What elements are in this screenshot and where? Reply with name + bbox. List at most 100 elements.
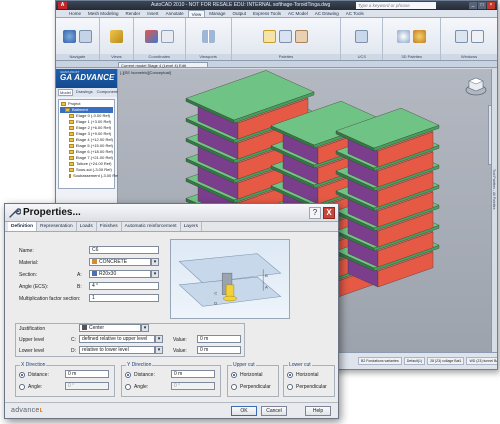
tab-loads[interactable]: Loads (77, 222, 97, 231)
x-angle-radio[interactable] (19, 384, 25, 390)
tab-view[interactable]: View (187, 10, 206, 17)
ok-button[interactable]: OK (231, 406, 257, 416)
chevron-down-icon[interactable]: ▾ (151, 270, 159, 278)
viewcube-icon[interactable] (465, 75, 487, 97)
tab-ac-tools[interactable]: AC Tools (343, 10, 367, 17)
dialog-tabs: Definition Representation Loads Finishes… (5, 222, 338, 232)
tab-annotate[interactable]: Annotate (163, 10, 187, 17)
chevron-down-icon[interactable]: ▾ (141, 324, 149, 332)
tab-components[interactable]: Components (96, 89, 121, 96)
tool-palettes-icon[interactable] (263, 29, 277, 43)
close-icon[interactable]: X (323, 207, 335, 219)
y-angle-field[interactable]: 0 ° (171, 382, 215, 390)
maximize-button[interactable]: □ (478, 2, 486, 9)
ga-tabs: Model Drawings Components (56, 88, 119, 97)
tab-drawings[interactable]: Drawings (75, 89, 94, 96)
pan-icon[interactable] (78, 29, 92, 43)
folder-icon (69, 150, 74, 154)
lower-cut-title: Lower cut (288, 362, 312, 368)
minimize-button[interactable]: _ (469, 2, 477, 9)
panel-title: Viewports (185, 54, 231, 60)
lower-cut-group: Lower cut (283, 362, 335, 397)
mult-factor-label: Multiplication factor section: (19, 296, 81, 302)
angle-key: B: (77, 284, 82, 290)
material-value: CONCRETE (99, 259, 128, 265)
upper-value-field[interactable]: 0 m (197, 335, 241, 343)
viewport-config-icon[interactable] (201, 29, 215, 43)
steering-wheels-icon[interactable] (62, 29, 76, 43)
help-icon[interactable]: ? (309, 207, 321, 219)
tree-item[interactable]: Soubassement (-3.00 Ref) (60, 173, 120, 179)
tab-output[interactable]: Output (230, 10, 250, 17)
x-distance-field[interactable]: 0 m (65, 370, 109, 378)
materials-icon[interactable] (413, 29, 427, 43)
folder-icon (61, 102, 66, 106)
y-distance-radio[interactable] (125, 372, 131, 378)
upper-cut-perpendicular-radio[interactable] (231, 384, 237, 390)
world-dropdown-icon[interactable] (160, 29, 174, 43)
material-label: Material: (19, 260, 39, 266)
angle-field[interactable]: 4 ° (89, 282, 159, 290)
tool-palette-strip[interactable]: Tool Palettes - All Palettes (491, 69, 497, 354)
tab-express-tools[interactable]: Express Tools (250, 10, 284, 17)
x-angle-field[interactable]: 0 ° (65, 382, 109, 390)
tab-ac-model[interactable]: AC Model (285, 10, 311, 17)
x-distance-label: Distance: (28, 372, 49, 378)
lower-cut-horizontal-radio[interactable] (287, 372, 293, 378)
sheet-set-manager-icon[interactable] (295, 29, 309, 43)
autocad-logo-icon[interactable]: A (58, 2, 67, 9)
status-item[interactable]: WD (23) tunnel Bat1 (466, 357, 497, 365)
status-bar-icon[interactable] (470, 29, 484, 43)
chevron-down-icon[interactable]: ▾ (151, 258, 159, 266)
tab-render[interactable]: Render (123, 10, 144, 17)
status-item[interactable]: 28 (23) collage Bat1 (427, 357, 465, 365)
chevron-down-icon[interactable]: ▾ (155, 346, 163, 354)
ucs-icon[interactable] (144, 29, 158, 43)
section-label: Section: (19, 272, 38, 278)
tab-mesh-modeling[interactable]: Mesh Modeling (85, 10, 122, 17)
cancel-button[interactable]: Cancel (261, 406, 287, 416)
document-tab[interactable]: Current model Stage 4 (Level 4) Edit (118, 62, 208, 68)
close-window-button[interactable]: × (487, 2, 495, 9)
tab-ac-drawing[interactable]: AC Drawing (312, 10, 342, 17)
tab-insert[interactable]: Insert (144, 10, 161, 17)
tab-finishes[interactable]: Finishes (97, 222, 122, 231)
properties-icon[interactable] (279, 29, 293, 43)
upper-level-select[interactable]: defined relative to upper level (79, 335, 155, 343)
justification-select[interactable]: Center (79, 324, 141, 332)
name-field[interactable]: C6 (89, 246, 159, 254)
lower-cut-perpendicular-radio[interactable] (287, 384, 293, 390)
named-views-icon[interactable] (109, 29, 123, 43)
y-angle-radio[interactable] (125, 384, 131, 390)
tab-representation[interactable]: Representation (37, 222, 77, 231)
section-key: A: (77, 272, 82, 278)
properties-dialog: Properties... ? X Definition Representat… (4, 203, 339, 419)
upper-cut-horizontal-radio[interactable] (231, 372, 237, 378)
upper-cut-perpendicular-label: Perpendicular (240, 384, 271, 390)
lower-level-select[interactable]: relative to lower level (79, 346, 155, 354)
tab-home[interactable]: Home (66, 10, 84, 17)
switch-windows-icon[interactable] (454, 29, 468, 43)
tab-model[interactable]: Model (58, 89, 73, 96)
y-distance-field[interactable]: 0 m (171, 370, 215, 378)
help-search-input[interactable]: Type a keyword or phrase (356, 2, 436, 9)
status-item[interactable]: Default(1) (403, 357, 426, 365)
help-button[interactable]: Help (305, 406, 331, 416)
status-item[interactable]: B2 Fondations variantes (358, 357, 402, 365)
x-distance-radio[interactable] (19, 372, 25, 378)
section-select[interactable]: R20x30 (89, 270, 151, 278)
panel-ucs: UCS (341, 18, 384, 60)
tab-layers[interactable]: Layers (181, 222, 203, 231)
tab-automatic-reinforcement[interactable]: Automatic reinforcement (122, 222, 181, 231)
chevron-down-icon[interactable]: ▾ (155, 335, 163, 343)
visual-styles-icon[interactable] (397, 29, 411, 43)
material-select[interactable]: CONCRETE (89, 258, 151, 266)
ucs-icons-icon[interactable] (355, 29, 369, 43)
lower-value-field[interactable]: 0 m (197, 346, 241, 354)
tab-definition[interactable]: Definition (8, 222, 38, 231)
upper-level-label: Upper level (19, 337, 45, 343)
name-label: Name: (19, 248, 34, 254)
panel-title: UCS (341, 54, 383, 60)
mult-factor-field[interactable]: 1 (89, 294, 159, 302)
tab-manage[interactable]: Manage (206, 10, 228, 17)
